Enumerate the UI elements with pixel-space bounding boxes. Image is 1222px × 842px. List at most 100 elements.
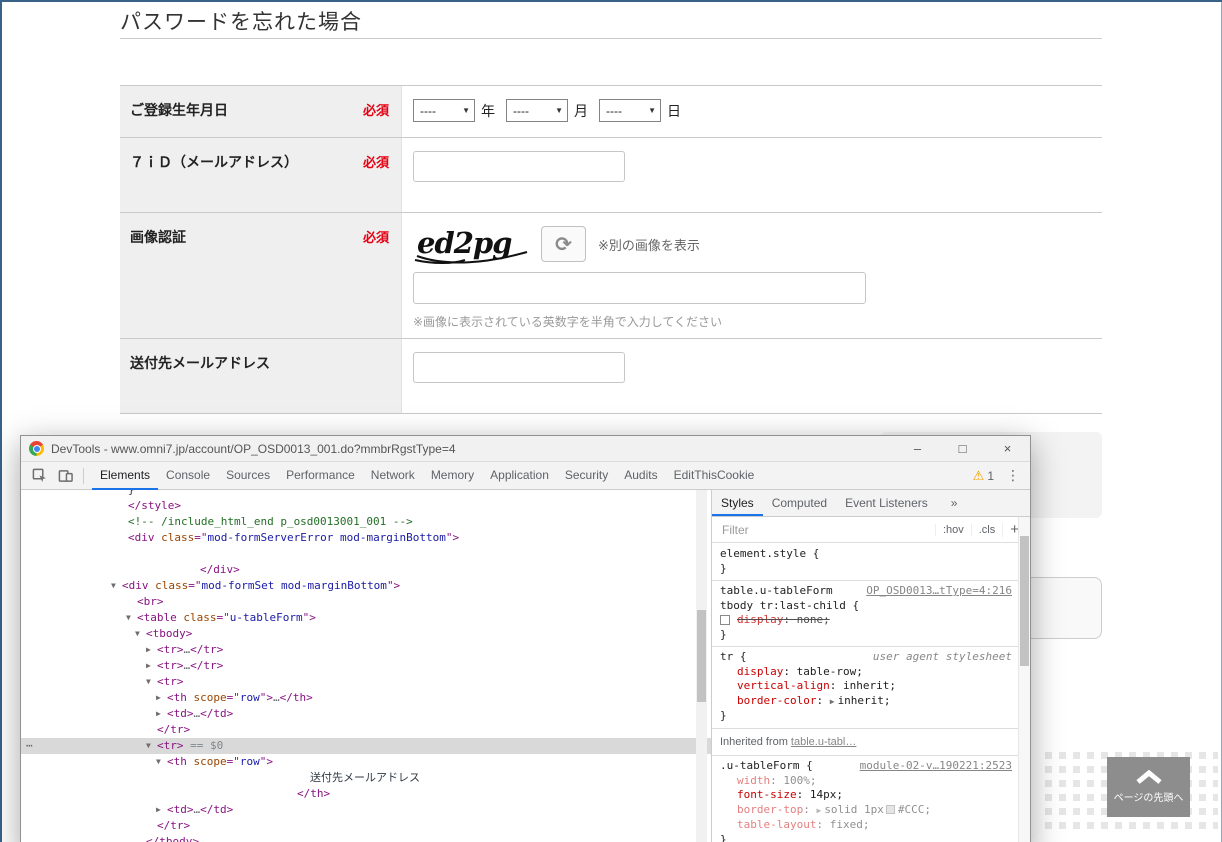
- tree-node[interactable]: ▶<tr>…</tr>: [21, 658, 711, 674]
- destination-email-input[interactable]: [413, 352, 625, 383]
- devtools-tab-performance[interactable]: Performance: [278, 462, 363, 490]
- expanded-arrow-icon[interactable]: ▼: [135, 626, 140, 642]
- scrollbar-thumb[interactable]: [1020, 536, 1029, 666]
- warning-icon: ⚠: [973, 468, 985, 484]
- stylesheet-source-link[interactable]: module-02-v…190221:2523: [860, 759, 1012, 774]
- collapsed-arrow-icon[interactable]: ▶: [156, 802, 161, 818]
- expand-shorthand-icon[interactable]: ▶: [816, 806, 821, 815]
- tree-node[interactable]: 送付先メールアドレス: [21, 770, 711, 786]
- styles-tab-computed[interactable]: Computed: [763, 490, 836, 516]
- tree-node[interactable]: [21, 546, 711, 562]
- row-content-seven-id: [402, 138, 1102, 212]
- seven-id-input[interactable]: [413, 151, 625, 182]
- tree-node[interactable]: ▼<table class="u-tableForm">: [21, 610, 711, 626]
- tree-node[interactable]: <div class="mod-formServerError mod-marg…: [21, 530, 711, 546]
- tree-node[interactable]: ▶<tr>…</tr>: [21, 642, 711, 658]
- css-property[interactable]: width: 100%;: [720, 774, 1012, 789]
- rule-closing-brace: }: [720, 628, 1012, 643]
- devtools-tab-network[interactable]: Network: [363, 462, 423, 490]
- tree-node[interactable]: ▶<td>…</td>: [21, 706, 711, 722]
- pseudo-state-toggle[interactable]: :hov: [935, 524, 971, 536]
- captcha-refresh-button[interactable]: ⟳: [541, 226, 586, 262]
- expanded-arrow-icon[interactable]: ▼: [146, 738, 151, 754]
- birth-year-select[interactable]: ---- ▼: [413, 99, 475, 122]
- row-header-seven-id: ７ｉＤ（メールアドレス） 必須: [120, 138, 402, 212]
- css-property[interactable]: display: table-row;: [720, 665, 1012, 680]
- back-to-top-button[interactable]: ページの先頭へ: [1107, 757, 1190, 817]
- more-tabs-icon[interactable]: »: [951, 496, 958, 510]
- birth-month-select[interactable]: ---- ▼: [506, 99, 568, 122]
- tree-node[interactable]: </tr>: [21, 722, 711, 738]
- tree-node[interactable]: ▶<th scope="row">…</th>: [21, 690, 711, 706]
- expanded-arrow-icon[interactable]: ▼: [156, 754, 161, 770]
- collapsed-arrow-icon[interactable]: ▶: [146, 658, 151, 674]
- collapsed-arrow-icon[interactable]: ▶: [156, 690, 161, 706]
- devtools-tab-console[interactable]: Console: [158, 462, 218, 490]
- styles-tab-event-listeners[interactable]: Event Listeners: [836, 490, 937, 516]
- birth-day-select[interactable]: ---- ▼: [599, 99, 661, 122]
- tree-node[interactable]: }: [21, 490, 711, 498]
- tree-node[interactable]: ▼<div class="mod-formSet mod-marginBotto…: [21, 578, 711, 594]
- styles-tab-styles[interactable]: Styles: [712, 490, 763, 516]
- tree-node[interactable]: <br>: [21, 594, 711, 610]
- styles-scrollbar[interactable]: [1018, 517, 1030, 842]
- devtools-menu-icon[interactable]: ⋮: [1006, 467, 1020, 484]
- tree-node[interactable]: ▶<td>…</td>: [21, 802, 711, 818]
- tree-node[interactable]: <!-- /include_html_end p_osd0013001_001 …: [21, 514, 711, 530]
- css-property[interactable]: border-top: ▶solid 1px#CCC;: [720, 803, 1012, 819]
- expanded-arrow-icon[interactable]: ▼: [126, 610, 131, 626]
- devtools-tab-editthiscookie[interactable]: EditThisCookie: [666, 462, 763, 490]
- captcha-input[interactable]: [413, 272, 866, 304]
- minimize-button[interactable]: –: [895, 436, 940, 462]
- captcha-help-text: ※画像に表示されている英数字を半角で入力してください: [413, 313, 1102, 330]
- tree-node[interactable]: </th>: [21, 786, 711, 802]
- inherited-source-link[interactable]: table.u-tabl…: [791, 736, 856, 748]
- tree-node[interactable]: </div>: [21, 562, 711, 578]
- devtools-tab-audits[interactable]: Audits: [616, 462, 665, 490]
- css-property[interactable]: display: none;: [720, 613, 1012, 628]
- css-property[interactable]: border-color: ▶inherit;: [720, 694, 1012, 710]
- tree-node[interactable]: ▼<th scope="row">: [21, 754, 711, 770]
- tree-node-selected[interactable]: ⋯▼<tr> == $0: [21, 738, 711, 754]
- elements-scrollbar[interactable]: [696, 490, 707, 842]
- device-toolbar-icon[interactable]: [55, 466, 75, 486]
- collapsed-arrow-icon[interactable]: ▶: [156, 706, 161, 722]
- devtools-tab-sources[interactable]: Sources: [218, 462, 278, 490]
- maximize-button[interactable]: □: [940, 436, 985, 462]
- devtools-tab-elements[interactable]: Elements: [92, 462, 158, 490]
- code-segment: <!-- /include_html_end p_osd0013001_001 …: [128, 515, 413, 528]
- css-selector[interactable]: element.style {: [720, 547, 1012, 562]
- devtools-tab-application[interactable]: Application: [482, 462, 557, 490]
- code-segment: …: [273, 691, 280, 704]
- devtools-window-title: DevTools - www.omni7.jp/account/OP_OSD00…: [51, 442, 895, 456]
- css-property[interactable]: vertical-align: inherit;: [720, 679, 1012, 694]
- css-property[interactable]: table-layout: fixed;: [720, 818, 1012, 833]
- css-property[interactable]: font-size: 14px;: [720, 788, 1012, 803]
- expand-shorthand-icon[interactable]: ▶: [830, 697, 835, 706]
- devtools-titlebar[interactable]: DevTools - www.omni7.jp/account/OP_OSD00…: [21, 436, 1030, 462]
- expanded-arrow-icon[interactable]: ▼: [146, 674, 151, 690]
- devtools-tab-security[interactable]: Security: [557, 462, 616, 490]
- css-selector[interactable]: tbody tr:last-child {: [720, 599, 1012, 614]
- tree-node[interactable]: ▼<tbody>: [21, 626, 711, 642]
- collapsed-arrow-icon[interactable]: ▶: [146, 642, 151, 658]
- color-swatch[interactable]: [886, 805, 895, 814]
- styles-filter-input[interactable]: [720, 522, 935, 538]
- code-segment: <th: [167, 755, 187, 768]
- tree-node[interactable]: </tr>: [21, 818, 711, 834]
- tree-node[interactable]: </tbody>: [21, 834, 711, 842]
- property-checkbox[interactable]: [720, 615, 730, 625]
- chevron-up-icon: [1134, 770, 1164, 784]
- scrollbar-thumb[interactable]: [697, 610, 706, 702]
- element-class-toggle[interactable]: .cls: [971, 524, 1003, 536]
- devtools-body: }</style><!-- /include_html_end p_osd001…: [21, 490, 1030, 842]
- close-button[interactable]: ×: [985, 436, 1030, 462]
- console-warning-badge[interactable]: ⚠ 1: [973, 468, 994, 484]
- expanded-arrow-icon[interactable]: ▼: [111, 578, 116, 594]
- stylesheet-source-link[interactable]: OP_OSD0013…tType=4:216: [866, 584, 1012, 599]
- tree-node[interactable]: ▼<tr>: [21, 674, 711, 690]
- inspect-element-icon[interactable]: [29, 466, 49, 486]
- tree-node[interactable]: </style>: [21, 498, 711, 514]
- node-handle-icon[interactable]: ⋯: [26, 738, 33, 754]
- devtools-tab-memory[interactable]: Memory: [423, 462, 482, 490]
